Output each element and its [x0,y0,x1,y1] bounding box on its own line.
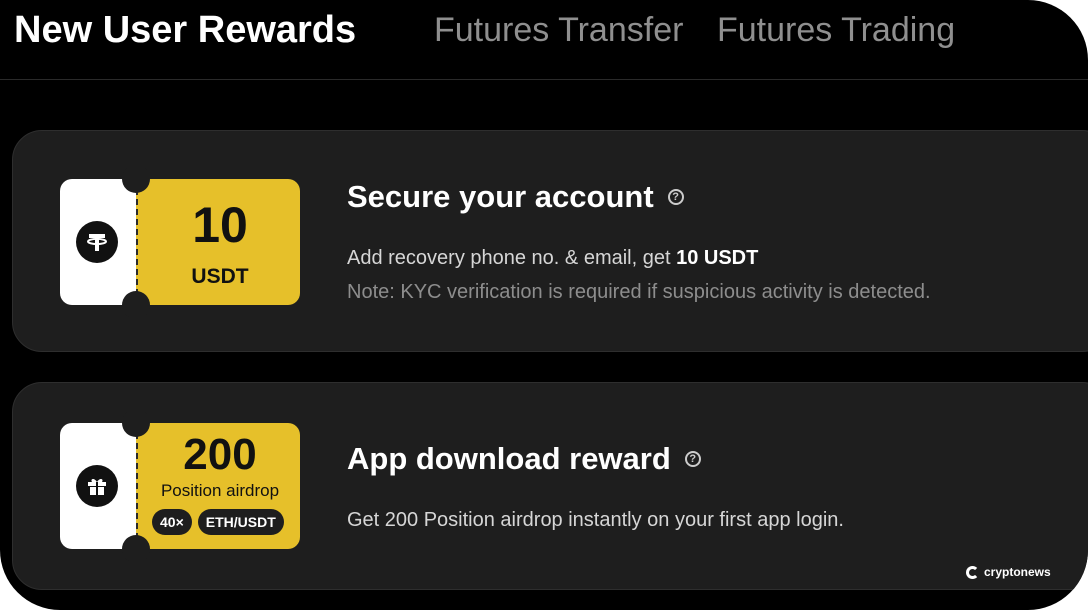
reward-title: Secure your account ? [347,179,684,215]
tab-futures-transfer[interactable]: Futures Transfer [434,8,683,52]
cryptonews-logo-icon [966,565,979,579]
watermark-text: cryptonews [984,565,1051,579]
leverage-badge: 40× [152,509,192,535]
reward-note: Note: KYC verification is required if su… [347,281,931,303]
reward-amount: 200 [183,430,257,479]
reward-tags: 40× ETH/USDT [152,509,284,535]
ticket-notch [122,165,150,193]
ticket-body: 10 USDT [136,179,300,305]
ticket-stub [60,179,136,305]
ticket-notch [122,291,150,319]
rewards-panel: New User Rewards Futures Transfer Future… [0,0,1088,610]
ticket-body: 200 Position airdrop 40× ETH/USDT [136,423,300,549]
description-text: Add recovery phone no. & email, get [347,247,677,269]
help-icon[interactable]: ? [684,451,701,467]
tab-futures-trading[interactable]: Futures Trading [717,8,955,52]
pair-badge: ETH/USDT [197,509,284,535]
gift-icon [76,465,118,507]
reward-title-text: App download reward [347,441,671,476]
reward-description: Get 200 Position airdrop instantly on yo… [347,509,844,531]
tether-icon [76,221,118,263]
help-icon[interactable]: ? [667,189,684,205]
tab-bar: New User Rewards Futures Transfer Future… [0,0,1088,80]
reward-title-text: Secure your account [347,179,654,214]
reward-title: App download reward ? [347,441,701,477]
reward-card-secure-account[interactable]: 10 USDT Secure your account ? Add recove… [12,130,1088,352]
reward-description: Add recovery phone no. & email, get 10 U… [347,247,758,270]
reward-ticket: 200 Position airdrop 40× ETH/USDT [60,409,300,563]
reward-ticket: 10 USDT [60,165,300,319]
ticket-stub [60,423,136,549]
reward-card-app-download[interactable]: 200 Position airdrop 40× ETH/USDT App do… [12,382,1088,590]
reward-unit: USDT [191,265,249,288]
reward-unit: Position airdrop [160,481,280,500]
description-highlight: 10 USDT [676,247,759,269]
tab-new-user-rewards[interactable]: New User Rewards [14,8,356,52]
reward-amount: 10 [192,197,248,253]
ticket-notch [122,409,150,437]
ticket-notch [122,535,150,563]
watermark: cryptonews [966,565,1051,579]
